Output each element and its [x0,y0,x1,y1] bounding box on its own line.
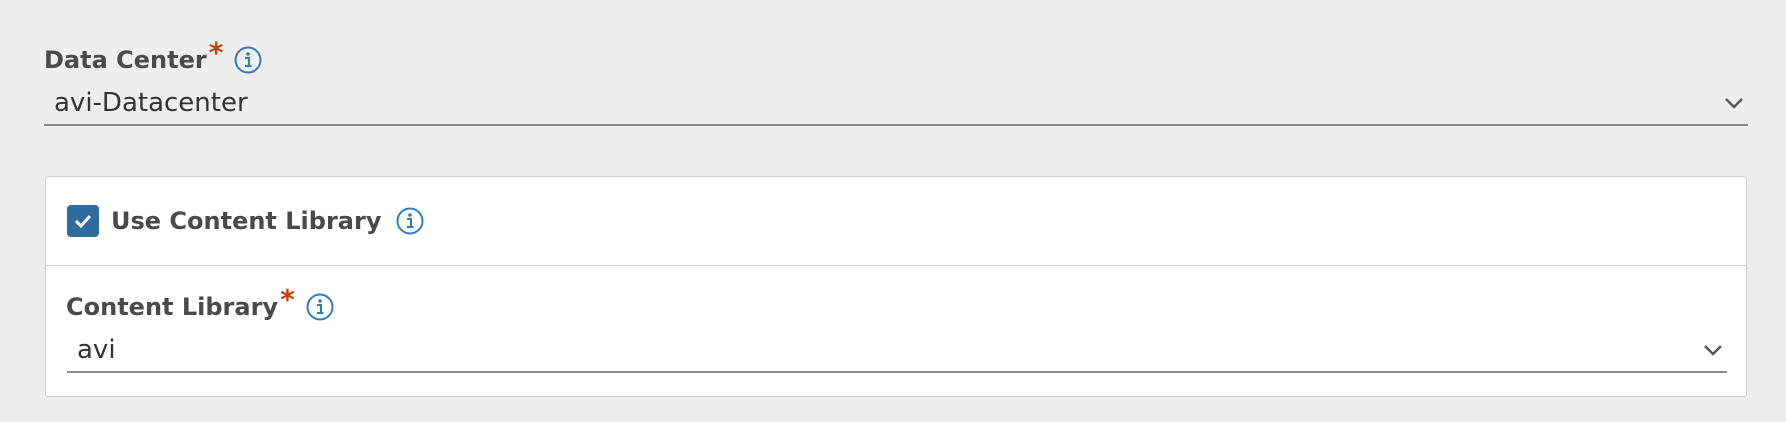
use-content-library-checkbox[interactable] [67,205,99,237]
required-indicator: * [280,282,295,316]
required-indicator: * [208,35,224,69]
use-content-library-label[interactable]: Use Content Library [111,207,381,235]
info-circle-icon[interactable] [233,45,263,75]
content-library-select[interactable]: avi [67,329,1727,373]
content-library-selected-value: avi [77,335,116,365]
chevron-down-icon [1704,345,1722,356]
info-circle-icon[interactable] [305,292,335,322]
data-center-label: Data Center [44,46,207,74]
chevron-down-icon [1725,98,1743,109]
content-library-label: Content Library [66,293,279,321]
data-center-label-row: Data Center * [44,35,263,82]
form-page: Data Center * avi-Datacenter Use Content… [0,0,1786,422]
info-circle-icon[interactable] [395,206,425,236]
checkmark-icon [74,214,92,229]
use-content-library-row: Use Content Library [46,177,1746,266]
content-library-label-row: Content Library * [66,282,335,329]
content-library-card: Use Content Library Content Library * av… [45,176,1747,397]
data-center-select[interactable]: avi-Datacenter [44,82,1748,126]
data-center-selected-value: avi-Datacenter [54,88,248,118]
